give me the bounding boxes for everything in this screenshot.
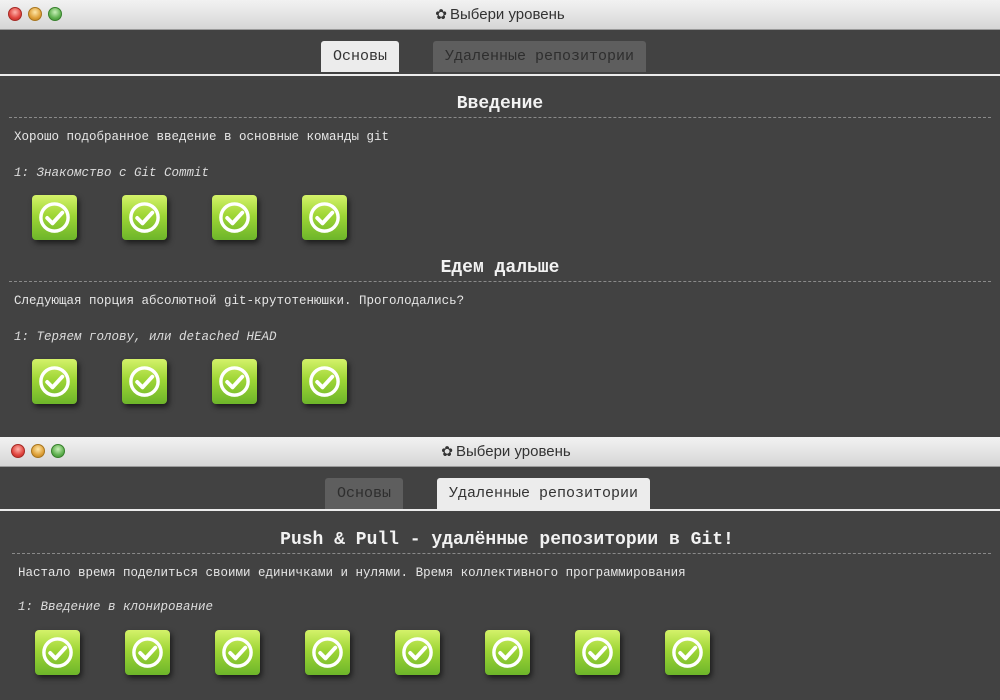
- level-button-4[interactable]: [302, 359, 347, 404]
- section-description: Настало время поделиться своими единичка…: [18, 566, 686, 580]
- tab-basics[interactable]: Основы: [325, 478, 404, 509]
- title-bar: ✿ Выбери уровень: [0, 0, 1000, 30]
- checkmark-icon: [129, 366, 160, 397]
- section-introduction: Введение Хорошо подобранное введение в о…: [0, 91, 1000, 255]
- level-button-2[interactable]: [122, 195, 167, 240]
- gear-icon: ✿: [441, 443, 454, 459]
- checkmark-icon: [672, 637, 703, 668]
- section-moving-on: Едем дальше Следующая порция абсолютной …: [0, 255, 1000, 419]
- checkmark-icon: [132, 637, 163, 668]
- gear-icon: ✿: [435, 6, 448, 22]
- checkmark-icon: [222, 637, 253, 668]
- level-button-3[interactable]: [212, 195, 257, 240]
- level-select-window-remote: ✿ Выбери уровень Основы Удаленные репозит…: [0, 437, 1000, 700]
- checkmark-icon: [309, 202, 340, 233]
- checkmark-icon: [312, 637, 343, 668]
- checkmark-icon: [219, 366, 250, 397]
- tab-basics[interactable]: Основы: [321, 41, 400, 72]
- level-button-5[interactable]: [395, 630, 440, 675]
- level-select-window-basics: ✿ Выбери уровень Основы Удаленные репозит…: [0, 0, 1000, 438]
- tab-bar: Основы Удаленные репозитории: [0, 30, 1000, 76]
- level-buttons: [0, 630, 1000, 690]
- level-buttons: [0, 195, 1000, 255]
- level-label: 1: Знакомство с Git Commit: [14, 166, 210, 180]
- checkmark-icon: [309, 366, 340, 397]
- checkmark-icon: [219, 202, 250, 233]
- tab-remote-repositories[interactable]: Удаленные репозитории: [437, 478, 651, 509]
- section-divider: [12, 553, 991, 554]
- window-title-text: Выбери уровень: [450, 6, 565, 23]
- checkmark-icon: [492, 637, 523, 668]
- tab-remote-repositories[interactable]: Удаленные репозитории: [433, 41, 647, 72]
- level-button-1[interactable]: [32, 359, 77, 404]
- section-title: Push & Pull - удалённые репозитории в Gi…: [280, 530, 734, 550]
- section-push-pull: Push & Pull - удалённые репозитории в Gi…: [0, 527, 1000, 690]
- section-divider: [9, 281, 991, 282]
- level-button-7[interactable]: [575, 630, 620, 675]
- level-button-4[interactable]: [305, 630, 350, 675]
- section-title: Введение: [456, 94, 544, 114]
- checkmark-icon: [129, 202, 160, 233]
- checkmark-icon: [39, 202, 70, 233]
- level-button-4[interactable]: [302, 195, 347, 240]
- level-label: 1: Введение в клонирование: [18, 600, 214, 614]
- checkmark-icon: [39, 366, 70, 397]
- checkmark-icon: [582, 637, 613, 668]
- window-title-text: Выбери уровень: [456, 443, 571, 460]
- title-bar: ✿ Выбери уровень: [0, 437, 1000, 467]
- window-title: ✿ Выбери уровень: [0, 6, 1000, 23]
- level-button-6[interactable]: [485, 630, 530, 675]
- level-button-1[interactable]: [35, 630, 80, 675]
- level-button-1[interactable]: [32, 195, 77, 240]
- tab-bar: Основы Удаленные репозитории: [0, 467, 1000, 511]
- section-description: Следующая порция абсолютной git-крутотен…: [14, 294, 465, 308]
- checkmark-icon: [42, 637, 73, 668]
- section-description: Хорошо подобранное введение в основные к…: [14, 130, 390, 144]
- level-button-2[interactable]: [122, 359, 167, 404]
- level-button-3[interactable]: [215, 630, 260, 675]
- level-button-2[interactable]: [125, 630, 170, 675]
- level-label: 1: Теряем голову, или detached HEAD: [14, 330, 277, 344]
- level-button-8[interactable]: [665, 630, 710, 675]
- checkmark-icon: [402, 637, 433, 668]
- level-button-3[interactable]: [212, 359, 257, 404]
- section-divider: [9, 117, 991, 118]
- window-title: ✿ Выбери уровень: [12, 443, 1000, 460]
- section-title: Едем дальше: [440, 258, 560, 278]
- level-buttons: [0, 359, 1000, 419]
